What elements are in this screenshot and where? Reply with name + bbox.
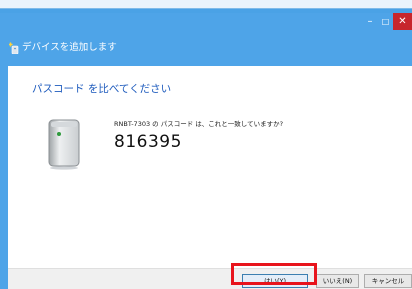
- passcode-value: 816395: [114, 132, 182, 152]
- window-header: デバイスを追加します: [0, 30, 412, 66]
- instruction-heading: パスコード を比べてください: [32, 83, 172, 95]
- background-window-edge: [0, 0, 412, 9]
- window-title: デバイスを追加します: [22, 42, 117, 53]
- close-button[interactable]: ✕: [393, 13, 412, 30]
- cancel-button[interactable]: キャンセル: [364, 274, 412, 288]
- background-window-strip: [0, 0, 412, 13]
- maximize-button[interactable]: □: [378, 13, 393, 30]
- no-button[interactable]: いいえ(N): [316, 274, 359, 288]
- add-device-icon: [9, 42, 19, 54]
- confirmation-question: RNBT-7303 の パスコード は、これと一致していますか?: [114, 120, 284, 128]
- add-device-window: – □ ✕ デバイスを追加します パスコード を比べてください RNBT-730…: [0, 13, 412, 289]
- highlight-box: [231, 263, 317, 285]
- title-bar: – □ ✕: [0, 13, 412, 30]
- button-bar: はい(Y) いいえ(N) キャンセル: [8, 268, 412, 289]
- content-area: パスコード を比べてください RNBT-7303 の パスコード は、これと一致…: [8, 66, 412, 268]
- device-icon: [48, 119, 80, 170]
- minimize-button[interactable]: –: [362, 13, 378, 30]
